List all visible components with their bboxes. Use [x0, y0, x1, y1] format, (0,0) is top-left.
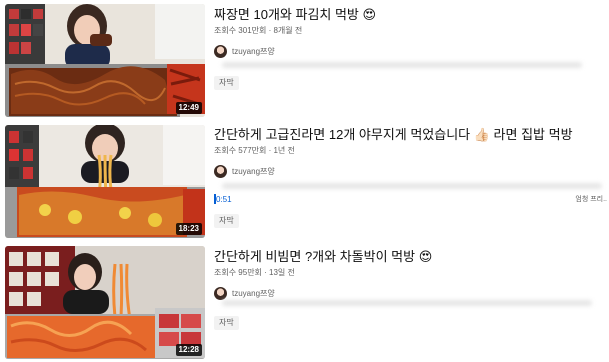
chapter-time[interactable]: 0:51	[216, 195, 232, 204]
video-duration: 12:49	[175, 102, 202, 114]
video-title[interactable]: 간단하게 비빔면 ?개와 차돌박이 먹방 😍	[214, 249, 609, 265]
video-thumbnail[interactable]: 18:23	[5, 125, 205, 238]
subtitle-badge: 자막	[214, 76, 239, 90]
video-info: 짜장면 10개와 파김치 먹방 😍 조회수 301만회 · 8개월 전 tzuy…	[214, 7, 609, 58]
chapter-marker[interactable]: 0:51 엄청 프리..	[214, 194, 609, 204]
video-title[interactable]: 간단하게 고급진라면 12개 야무지게 먹었습니다 👍🏻 라면 집밥 먹방	[214, 127, 609, 143]
channel-link[interactable]: tzuyang쯔양	[214, 287, 609, 300]
chapter-line	[214, 194, 216, 204]
channel-link[interactable]: tzuyang쯔양	[214, 45, 609, 58]
video-title[interactable]: 짜장면 10개와 파김치 먹방 😍	[214, 7, 609, 23]
channel-name[interactable]: tzuyang쯔양	[232, 46, 275, 57]
video-thumbnail[interactable]: 12:49	[5, 4, 205, 117]
thumbnail-image	[5, 246, 205, 359]
description-snippet	[222, 62, 582, 68]
chapter-label: 엄청 프리..	[575, 196, 607, 203]
video-meta: 조회수 95만회 · 13일 전	[214, 268, 295, 277]
channel-avatar[interactable]	[214, 165, 227, 178]
description-snippet	[222, 300, 592, 306]
description-snippet	[222, 183, 602, 189]
channel-link[interactable]: tzuyang쯔양	[214, 165, 609, 178]
channel-avatar[interactable]	[214, 45, 227, 58]
video-info: 간단하게 고급진라면 12개 야무지게 먹었습니다 👍🏻 라면 집밥 먹방 조회…	[214, 127, 609, 178]
thumbnail-image	[5, 4, 205, 117]
channel-name[interactable]: tzuyang쯔양	[232, 288, 275, 299]
video-meta: 조회수 301만회 · 8개월 전	[214, 26, 303, 35]
subtitle-badge: 자막	[214, 316, 239, 330]
channel-name[interactable]: tzuyang쯔양	[232, 166, 275, 177]
video-duration: 12:28	[175, 344, 202, 356]
video-thumbnail[interactable]: 12:28	[5, 246, 205, 359]
subtitle-badge: 자막	[214, 214, 239, 228]
video-meta: 조회수 577만회 · 1년 전	[214, 146, 295, 155]
channel-avatar[interactable]	[214, 287, 227, 300]
video-info: 간단하게 비빔면 ?개와 차돌박이 먹방 😍 조회수 95만회 · 13일 전 …	[214, 249, 609, 300]
thumbnail-image	[5, 125, 205, 238]
video-duration: 18:23	[175, 223, 202, 235]
